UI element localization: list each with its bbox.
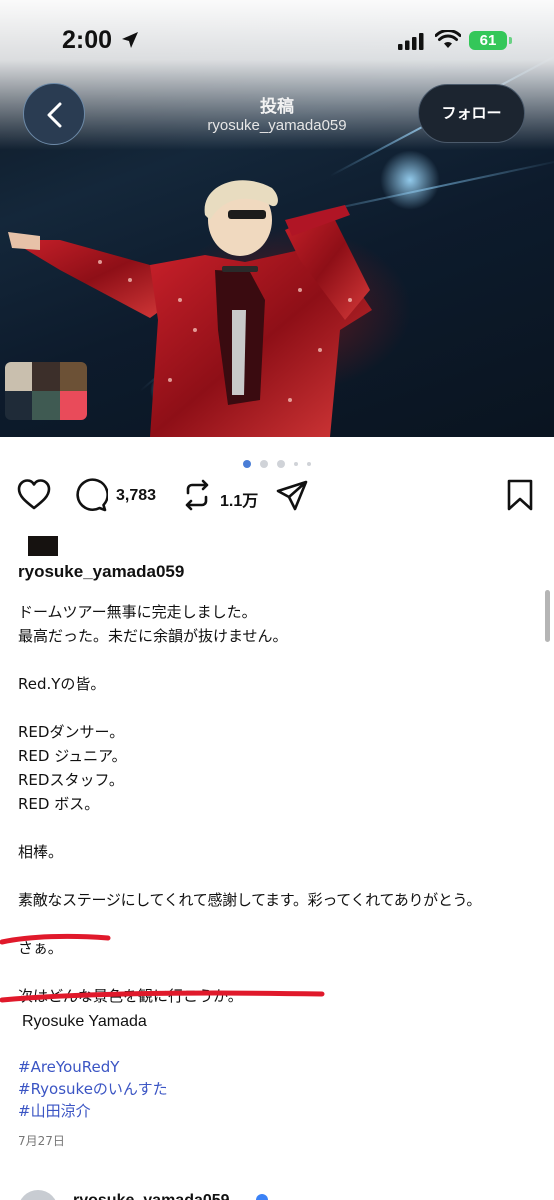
wifi-icon	[435, 30, 461, 48]
post-caption: ドームツアー無事に完走しました。 最高だった。未だに余韻が抜けません。 Red.…	[18, 600, 538, 1008]
share-icon[interactable]	[275, 478, 309, 512]
next-post-username[interactable]: ryosuke_yamada059	[73, 1192, 230, 1200]
next-post-header[interactable]: ryosuke_yamada059	[0, 1182, 554, 1200]
post-date: 7月27日	[18, 1134, 65, 1148]
comment-icon[interactable]	[74, 478, 108, 512]
caption-line: REDダンサー。	[18, 723, 125, 741]
caption-line: 相棒。	[18, 843, 64, 861]
carousel-dot	[259, 459, 268, 468]
carousel-dot-active	[242, 459, 251, 468]
scrollbar[interactable]	[545, 590, 550, 642]
bookmark-icon[interactable]	[504, 478, 536, 512]
caption-line: 素敵なステージにしてくれて感謝してます。彩ってくれてありがとう。	[18, 891, 482, 909]
caption-line	[18, 816, 538, 840]
repost-icon[interactable]	[180, 478, 214, 512]
caption-line	[18, 960, 538, 984]
caption-line	[18, 648, 538, 672]
hashtag-link[interactable]: #山田涼介	[18, 1100, 168, 1122]
caption-line: RED ボス。	[18, 795, 100, 813]
caption-line: 次はどんな景色を観に行こうか。	[18, 987, 243, 1005]
caption-line: ドームツアー無事に完走しました。	[18, 603, 257, 621]
hashtag-link[interactable]: #AreYouRedY	[18, 1056, 168, 1078]
battery-nub	[509, 37, 512, 44]
repost-count: 1.1万	[220, 493, 259, 510]
status-bar: 2:00 61	[0, 0, 554, 82]
avatar[interactable]	[18, 1190, 58, 1200]
heart-icon[interactable]	[17, 478, 51, 512]
carousel-dot	[277, 459, 285, 468]
battery-icon: 61	[469, 31, 507, 50]
follow-button[interactable]: フォロー	[418, 84, 525, 143]
caption-line	[18, 696, 538, 720]
post-username[interactable]: ryosuke_yamada059	[18, 562, 184, 582]
carousel-dot	[294, 461, 299, 466]
action-bar: 3,783 1.1万	[0, 478, 554, 518]
comment-count: 3,783	[116, 487, 157, 504]
caption-line	[18, 912, 538, 936]
censor-mosaic	[5, 362, 87, 420]
status-time: 2:00	[62, 26, 113, 54]
redacted-block	[28, 536, 58, 556]
caption-line: 最高だった。未だに余韻が抜けません。	[18, 627, 288, 645]
verified-badge-icon	[256, 1194, 268, 1200]
carousel-indicator	[0, 453, 554, 468]
caption-line	[18, 864, 538, 888]
hashtag-list: #AreYouRedY #Ryosukeのいんすた #山田涼介	[18, 1056, 168, 1122]
caption-line: RED ジュニア。	[18, 747, 127, 765]
caption-line: Red.Yの皆。	[18, 675, 106, 693]
signal-icon	[398, 33, 424, 50]
hashtag-link[interactable]: #Ryosukeのいんすた	[18, 1078, 168, 1100]
location-arrow-icon	[122, 32, 138, 48]
caption-line: REDスタッフ。	[18, 771, 124, 789]
post-signature: Ryosuke Yamada	[22, 1013, 147, 1030]
carousel-dot	[307, 461, 312, 466]
caption-line: さぁ。	[18, 939, 63, 957]
